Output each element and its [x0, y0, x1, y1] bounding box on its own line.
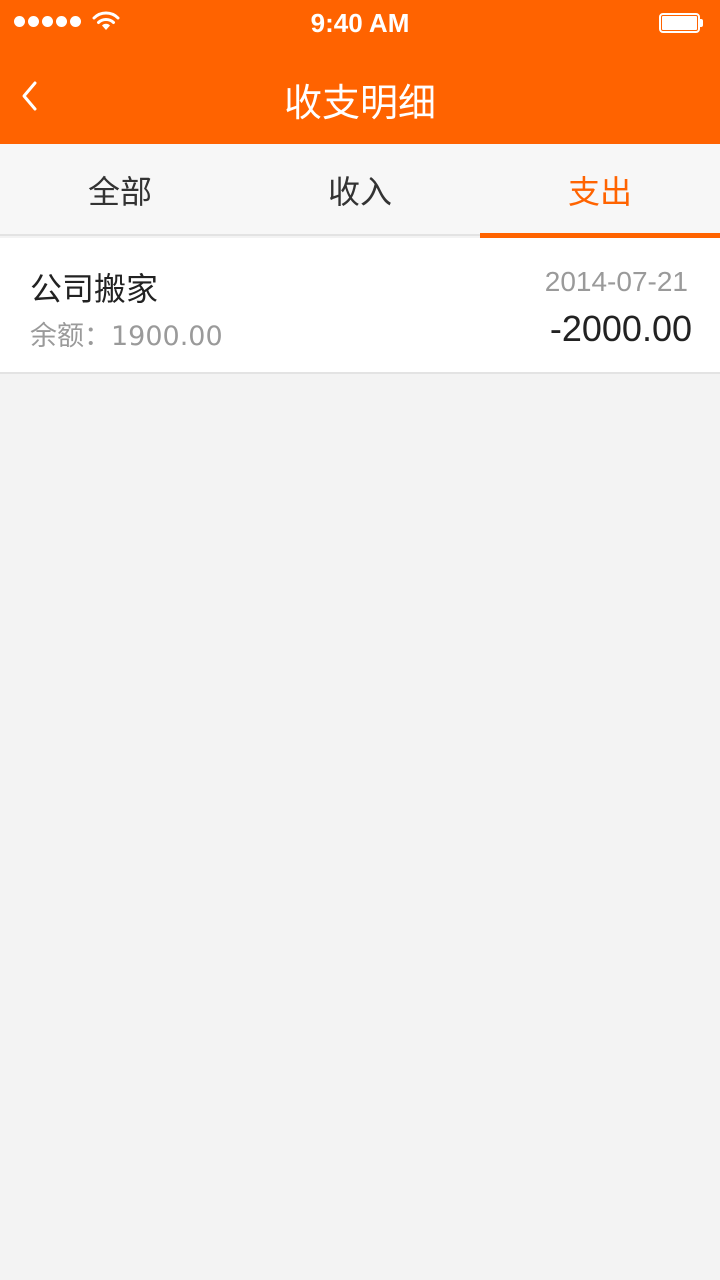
top-bar: 9:40 AM 收支明细: [0, 0, 720, 144]
filter-tabs: 全部 收入 支出: [0, 144, 720, 238]
transaction-row[interactable]: 公司搬家 余额：1900.00 2014-07-21 -2000.00: [0, 238, 720, 374]
tab-label: 全部: [87, 173, 152, 211]
transaction-date: 2014-07-21: [544, 266, 688, 297]
tab-label: 收入: [327, 173, 392, 211]
balance-value: 1900.00: [111, 321, 223, 352]
transaction-amount: -2000.00: [549, 308, 692, 349]
transaction-name: 公司搬家: [30, 270, 159, 308]
tab-income[interactable]: 收入: [240, 144, 480, 236]
tab-all[interactable]: 全部: [0, 144, 240, 236]
battery-icon: [659, 13, 703, 33]
balance-label: 余额：: [30, 321, 111, 352]
transaction-list: 公司搬家 余额：1900.00 2014-07-21 -2000.00: [0, 238, 720, 374]
page-title: 收支明细: [283, 81, 436, 125]
status-bar: 9:40 AM: [0, 0, 720, 44]
transaction-balance: 余额：1900.00: [30, 314, 223, 353]
tab-expense[interactable]: 支出: [480, 144, 720, 238]
tab-label: 支出: [567, 173, 632, 211]
status-time: 9:40 AM: [310, 8, 410, 38]
